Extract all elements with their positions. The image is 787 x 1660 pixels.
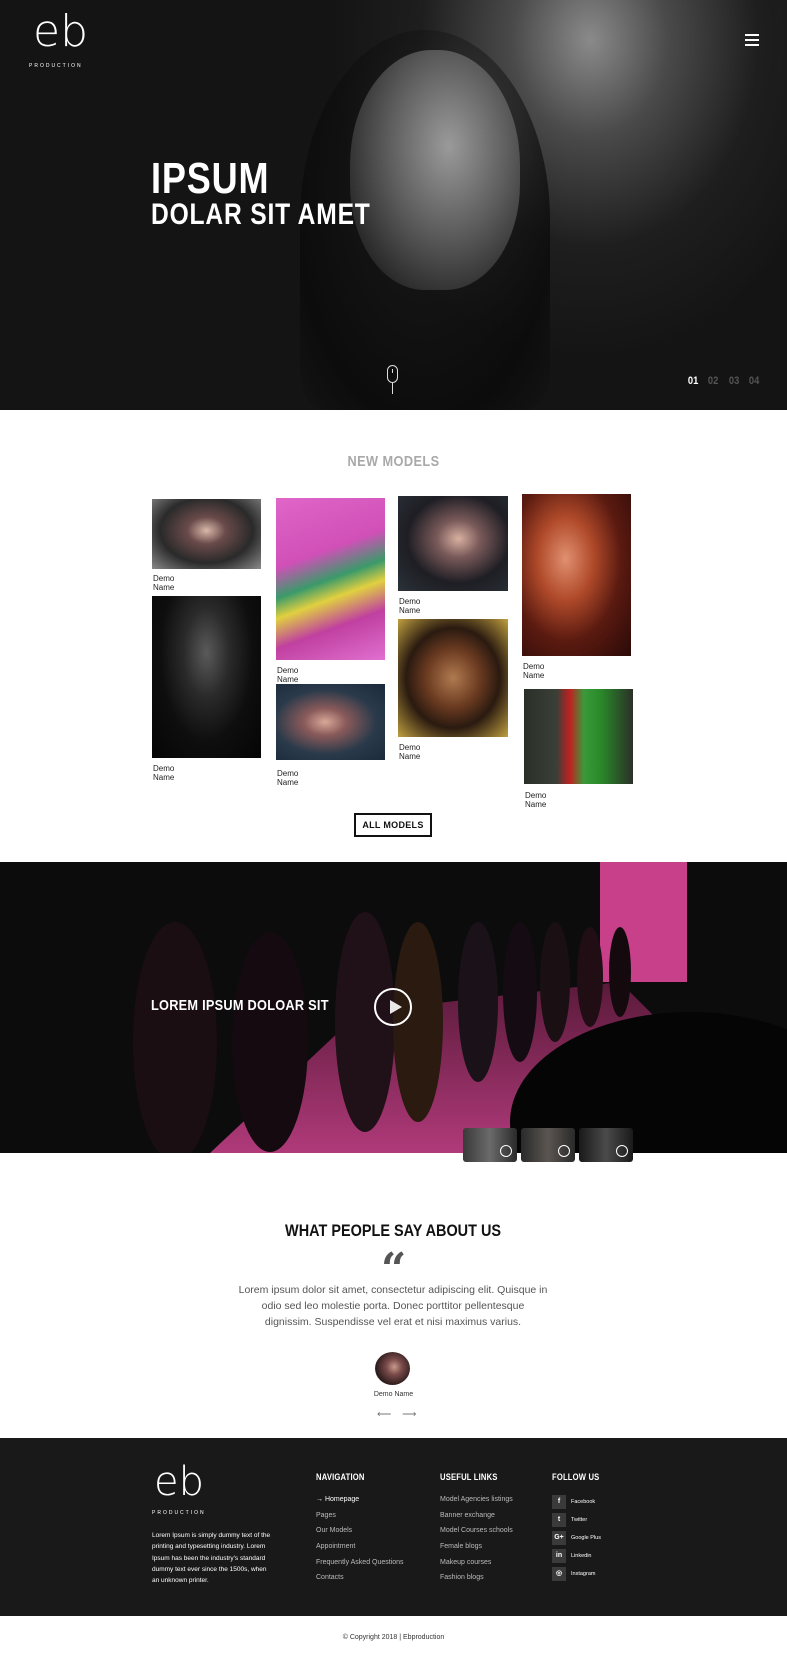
slide-dot-3[interactable]: 03	[728, 375, 738, 387]
video-thumbnail-3[interactable]	[579, 1128, 633, 1162]
footer-nav-item[interactable]: Contacts	[316, 1573, 404, 1589]
copyright: © Copyright 2018 | Ebproduction	[342, 1634, 445, 1641]
footer-nav-title: NAVIGATION	[316, 1472, 365, 1482]
linkedin-icon: in	[552, 1549, 566, 1563]
model-photo	[522, 494, 631, 656]
new-models-title: NEW MODELS	[347, 453, 440, 470]
model-name: Demo Name	[153, 574, 175, 592]
all-models-button[interactable]: ALL MODELS	[354, 813, 432, 837]
hero-title-line1: IPSUM	[151, 154, 270, 203]
footer-link-item[interactable]: Banner exchange	[440, 1511, 513, 1527]
twitter-icon: t	[552, 1513, 566, 1527]
logo-subtitle: PRODUCTION	[29, 63, 83, 69]
logo[interactable]: eb	[33, 10, 88, 54]
scroll-mouse-icon[interactable]	[387, 365, 398, 383]
model-name: Demo Name	[153, 764, 175, 782]
video-thumbnail-1[interactable]	[463, 1128, 517, 1162]
model-name: Demo Name	[523, 662, 545, 680]
video-title: LOREM IPSUM DOLOAR SIT	[151, 997, 329, 1014]
footer-nav-item[interactable]: Frequently Asked Questions	[316, 1558, 404, 1574]
footer-nav-item[interactable]: → Homepage	[316, 1495, 404, 1511]
model-name: Demo Name	[399, 597, 421, 615]
model-name: Demo Name	[399, 743, 421, 761]
hamburger-menu-icon[interactable]	[745, 34, 759, 46]
testimonial-arrows[interactable]: ⟵ ⟶	[377, 1409, 420, 1420]
testimonials-title: WHAT PEOPLE SAY ABOUT US	[0, 1221, 787, 1241]
footer-link-item[interactable]: Female blogs	[440, 1542, 513, 1558]
footer-about-text: Lorem Ipsum is simply dummy text of the …	[152, 1532, 271, 1585]
footer-nav-item[interactable]: Our Models	[316, 1526, 404, 1542]
footer-link-item[interactable]: Model Courses schools	[440, 1526, 513, 1542]
model-photo	[398, 496, 508, 591]
model-photo	[276, 498, 385, 660]
instagram-icon: ◎	[552, 1567, 566, 1581]
social-label: Instagram	[571, 1571, 596, 1577]
testimonial-text: Lorem ipsum dolor sit amet, consectetur …	[238, 1284, 548, 1328]
social-label: Google Plus	[571, 1535, 601, 1541]
hero-image-face	[350, 50, 520, 290]
avatar	[375, 1352, 410, 1385]
play-icon[interactable]	[374, 988, 412, 1026]
play-icon	[500, 1145, 512, 1157]
footer-links-title: USEFUL LINKS	[440, 1472, 498, 1482]
model-name: Demo Name	[277, 666, 299, 684]
hero-title: IPSUM DOLAR SIT AMET	[151, 154, 371, 231]
testimonials-title-text: WHAT PEOPLE SAY ABOUT US	[285, 1221, 502, 1240]
model-photo	[524, 689, 633, 784]
model-photo	[398, 619, 508, 737]
play-icon	[558, 1145, 570, 1157]
model-name: Demo Name	[525, 791, 547, 809]
footer-nav-list: → Homepage Pages Our Models Appointment …	[316, 1495, 404, 1589]
facebook-icon: f	[552, 1495, 566, 1509]
slide-pagination: 01 02 03 04	[687, 375, 760, 387]
social-label: Linkedin	[571, 1553, 592, 1559]
footer-link-item[interactable]: Fashion blogs	[440, 1573, 513, 1589]
video-thumbnail-2[interactable]	[521, 1128, 575, 1162]
footer-logo-subtitle: PRODUCTION	[152, 1510, 206, 1516]
footer-nav-item[interactable]: Pages	[316, 1511, 404, 1527]
google-plus-icon: G+	[552, 1531, 566, 1545]
social-label: Facebook	[571, 1499, 596, 1505]
scroll-indicator-line	[392, 383, 393, 394]
footer-link-item[interactable]: Model Agencies listings	[440, 1495, 513, 1511]
footer-logo[interactable]: eb	[154, 1462, 204, 1502]
hero-title-line2: DOLAR SIT AMET	[151, 198, 371, 231]
slide-dot-2[interactable]: 02	[708, 375, 718, 387]
slide-dot-1[interactable]: 01	[688, 375, 698, 387]
footer-follow-title: FOLLOW US	[552, 1472, 600, 1482]
hero-section	[0, 0, 787, 410]
footer-link-item[interactable]: Makeup courses	[440, 1558, 513, 1574]
testimonial-author: Demo Name	[373, 1391, 414, 1398]
footer-links-list: Model Agencies listings Banner exchange …	[440, 1495, 513, 1589]
model-photo	[152, 596, 261, 758]
model-photo	[276, 684, 385, 760]
play-icon	[616, 1145, 628, 1157]
model-name: Demo Name	[277, 769, 299, 787]
footer-nav-item[interactable]: Appointment	[316, 1542, 404, 1558]
social-label: Twitter	[571, 1517, 588, 1523]
model-photo	[152, 499, 261, 569]
slide-dot-4[interactable]: 04	[749, 375, 759, 387]
